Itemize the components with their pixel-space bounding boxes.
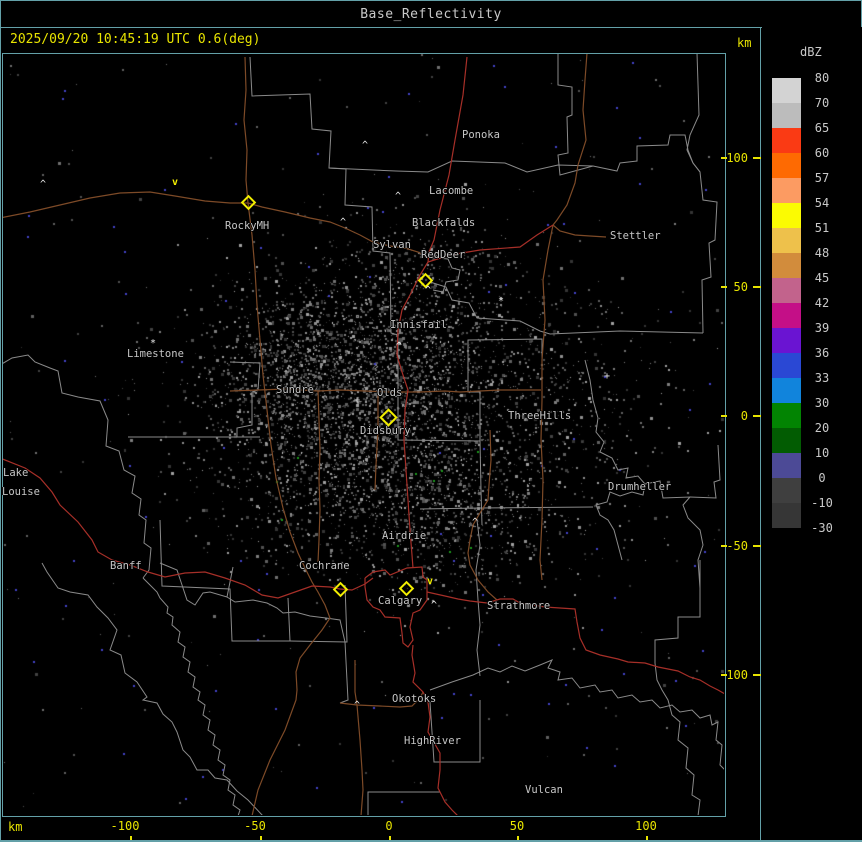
map-polyline	[557, 54, 594, 176]
legend-color-block	[772, 378, 801, 403]
legend-value-label: 20	[814, 421, 830, 435]
map-polyline	[226, 596, 346, 643]
map-polyline	[396, 56, 468, 569]
legend-color-block	[772, 128, 801, 153]
map-polyline	[142, 577, 241, 815]
map-polyline	[475, 519, 481, 677]
map-polyline	[429, 700, 481, 763]
legend-value-label: 30	[814, 396, 830, 410]
legend-color-block	[772, 303, 801, 328]
legend-color-block	[772, 253, 801, 278]
right-axis-tick	[753, 545, 761, 547]
map-polyline	[3, 458, 374, 599]
map-polyline	[552, 224, 607, 238]
legend-value-label: 80	[814, 71, 830, 85]
legend-value-label: 60	[814, 146, 830, 160]
bottom-axis-label: 50	[509, 819, 525, 833]
legend-value-label: -10	[811, 496, 833, 510]
map-polyline	[317, 390, 321, 563]
map-polyline	[686, 54, 718, 334]
legend-color-block	[772, 428, 801, 453]
legend-value-label: 70	[814, 96, 830, 110]
map-polyline	[339, 641, 349, 704]
legend-color-block	[772, 78, 801, 103]
legend-color-block	[772, 503, 801, 528]
legend-value-label: 39	[814, 321, 830, 335]
right-axis-tick	[753, 286, 761, 288]
map-polyline	[584, 359, 646, 561]
map-polyline	[467, 429, 498, 601]
legend-value-label: 65	[814, 121, 830, 135]
map-polyline	[339, 691, 424, 708]
legend-value-label: 33	[814, 371, 830, 385]
map-polyline	[374, 392, 379, 491]
map-polyline	[427, 224, 554, 263]
legend-color-block	[772, 478, 801, 503]
map-polyline	[429, 281, 551, 335]
map-polyline	[426, 591, 724, 695]
legend-value-label: 0	[818, 471, 826, 485]
left-frame-line	[0, 27, 1, 842]
bottom-axis-label: 100	[635, 819, 657, 833]
legend-color-block	[772, 328, 801, 353]
map-polyline	[41, 562, 263, 815]
map-polyline	[328, 134, 701, 173]
legend-value-label: 10	[814, 446, 830, 460]
map-polyline	[3, 191, 429, 259]
legend-color-block	[772, 178, 801, 203]
map-polyline	[229, 388, 541, 393]
map-polyline	[229, 361, 261, 437]
map-polyline	[159, 562, 234, 606]
legend-value-label: -30	[811, 521, 833, 535]
map-polyline	[159, 519, 291, 642]
map-polyline	[549, 330, 704, 335]
map-polyline	[539, 224, 554, 581]
right-axis-tick	[753, 415, 761, 417]
legend-color-block	[772, 228, 801, 253]
right-axis-border-tick	[721, 674, 727, 676]
legend-value-label: 51	[814, 221, 830, 235]
bottom-axis: km -100 -50 0 50 100	[0, 816, 759, 842]
map-polyline	[654, 560, 701, 815]
legend-color-block	[772, 278, 801, 303]
map-polyline	[689, 444, 721, 499]
map-polyline	[411, 644, 458, 815]
legend-color-block	[772, 453, 801, 478]
bottom-axis-label: 0	[385, 819, 393, 833]
map-polyline	[354, 660, 364, 815]
legend-color-block	[772, 203, 801, 228]
legend-separator-line	[760, 27, 761, 842]
right-axis-border-tick	[721, 545, 727, 547]
legend-value-label: 42	[814, 296, 830, 310]
right-axis-border-tick	[721, 415, 727, 417]
map-polyline	[419, 506, 594, 510]
right-axis-tick	[753, 674, 761, 676]
right-axis-border-tick	[721, 157, 727, 159]
reflectivity-legend: dBZ 80 70 65 60 57 54 51 48 45 42 39 36 33 30 20 10 0 -10…	[762, 27, 862, 840]
map-polyline	[429, 659, 724, 770]
right-axis-tick	[753, 157, 761, 159]
map-polyline	[249, 56, 399, 391]
legend-title: dBZ	[800, 45, 822, 59]
legend-color-block	[772, 153, 801, 178]
bottom-axis-unit-label: km	[8, 820, 23, 834]
legend-value-label: 36	[814, 346, 830, 360]
right-axis-border-tick	[721, 286, 727, 288]
legend-color-block	[772, 103, 801, 128]
legend-value-label: 45	[814, 271, 830, 285]
bottom-axis-label: -50	[244, 819, 266, 833]
boundary-lines	[3, 54, 724, 815]
legend-value-label: 57	[814, 171, 830, 185]
map-polyline	[367, 791, 440, 815]
radar-application-window: Base_Reflectivity 2025/09/20 10:45:19 UT…	[0, 0, 862, 842]
legend-value-label: 48	[814, 246, 830, 260]
legend-color-block	[772, 353, 801, 378]
legend-value-label: 54	[814, 196, 830, 210]
bottom-axis-label: -100	[110, 819, 140, 833]
map-polyline	[364, 566, 428, 648]
legend-color-block	[772, 403, 801, 428]
